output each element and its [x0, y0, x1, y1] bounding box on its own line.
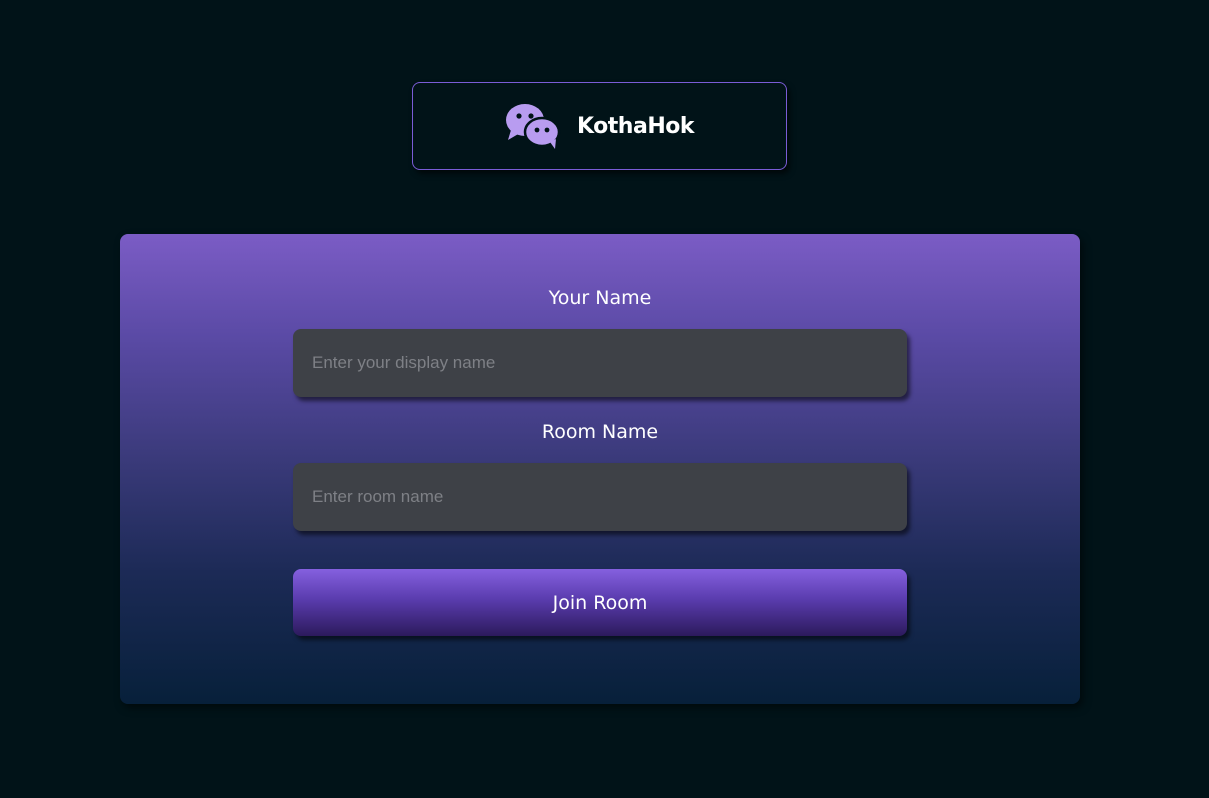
app-title: KothaHok [577, 113, 694, 139]
your-name-label: Your Name [548, 287, 652, 309]
join-room-button[interactable]: Join Room [293, 569, 907, 636]
chat-bubbles-icon [506, 104, 561, 149]
room-name-input[interactable] [293, 463, 907, 531]
join-room-card: Your Name Room Name Join Room [120, 234, 1080, 704]
room-name-label: Room Name [541, 421, 659, 443]
app-logo: KothaHok [412, 82, 787, 170]
display-name-input[interactable] [293, 329, 907, 397]
